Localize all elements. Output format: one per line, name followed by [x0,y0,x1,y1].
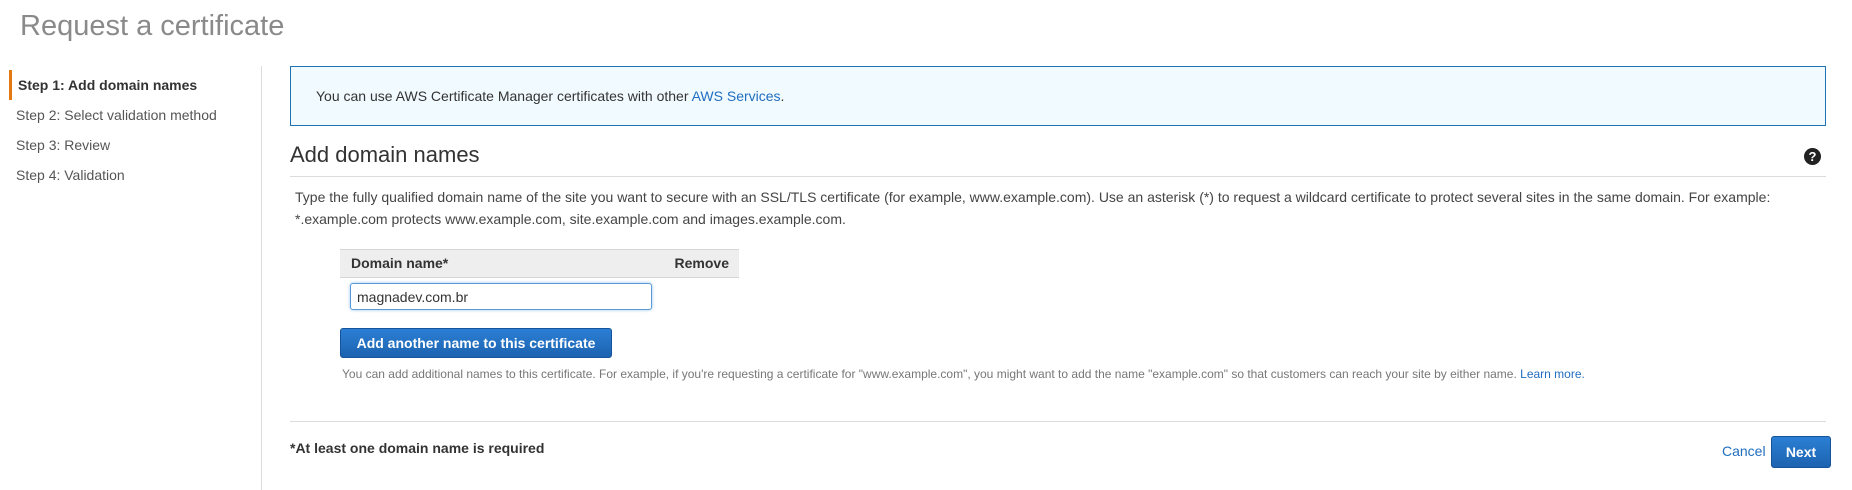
step-add-domain-names[interactable]: Step 1: Add domain names [9,70,249,100]
remove-column-header: Remove [674,255,729,271]
sidebar-divider [261,66,262,490]
add-another-name-button[interactable]: Add another name to this certificate [340,328,612,358]
step-select-validation-method[interactable]: Step 2: Select validation method [9,100,249,130]
domain-name-column-header: Domain name* [351,255,449,271]
section-description: Type the fully qualified domain name of … [295,189,1771,227]
next-button[interactable]: Next [1771,436,1831,468]
info-alert: You can use AWS Certificate Manager cert… [290,66,1826,126]
footer-divider [290,421,1826,422]
question-circle-icon[interactable]: ? [1804,148,1821,165]
page-title: Request a certificate [20,10,285,42]
additional-names-help: You can add additional names to this cer… [342,367,1585,381]
section-heading: Add domain names [290,142,480,167]
wizard-steps: Step 1: Add domain names Step 2: Select … [9,70,249,190]
domain-name-input[interactable] [350,283,652,310]
required-note: *At least one domain name is required [290,440,545,456]
aws-services-link[interactable]: AWS Services [692,88,781,104]
info-text: You can use AWS Certificate Manager cert… [316,88,692,104]
domain-names-table: Domain name* Remove [340,249,739,310]
table-header: Domain name* Remove [340,249,739,278]
learn-more-link[interactable]: Learn more. [1520,367,1585,381]
help-text-body: You can add additional names to this cer… [342,367,1521,381]
cancel-link[interactable]: Cancel [1722,443,1766,459]
step-review[interactable]: Step 3: Review [9,130,249,160]
step-validation[interactable]: Step 4: Validation [9,160,249,190]
info-suffix: . [780,88,785,104]
section-divider [290,176,1826,177]
